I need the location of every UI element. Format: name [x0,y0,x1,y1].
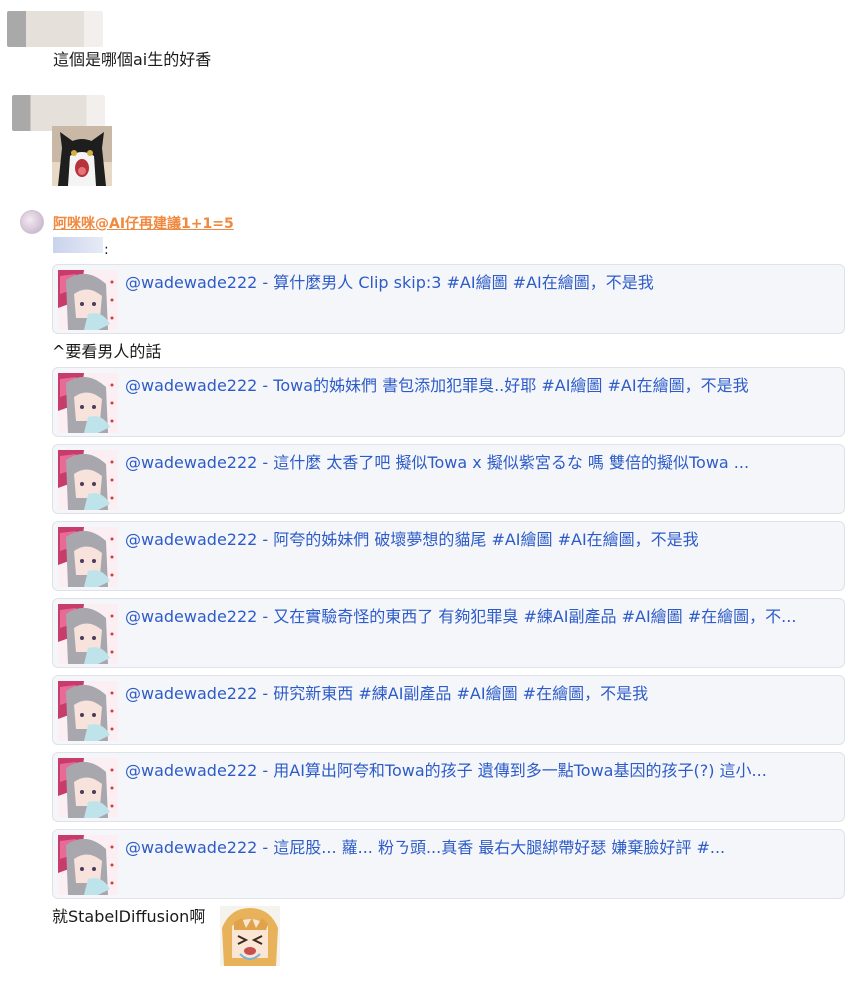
link-preview-card[interactable]: @wadewade222 - 又在實驗奇怪的東西了 有夠犯罪臭 #練AI副產品 … [52,598,845,668]
card-link-text[interactable]: @wadewade222 - 研究新東西 #練AI副產品 #AI繪圖 #在繪圖，… [125,684,836,704]
card-link-text[interactable]: @wadewade222 - 阿夸的姊妹們 破壞夢想的貓尾 #AI繪圖 #AI在… [125,530,836,550]
anime-girl-thumbnail-icon [58,373,118,433]
anime-girl-thumbnail-icon [58,681,118,741]
card-link-text[interactable]: @wadewade222 - Towa的姊妹們 書包添加犯罪臭..好耶 #AI繪… [125,376,836,396]
link-preview-card[interactable]: @wadewade222 - 算什麼男人 Clip skip:3 #AI繪圖 #… [52,264,845,334]
reply-middle-text: ^要看男人的話 [52,342,162,361]
link-preview-card[interactable]: @wadewade222 - 這什麼 太香了吧 擬似Towa x 擬似紫宮るな … [52,444,845,514]
redacted-mention [53,237,103,253]
card-link-text[interactable]: @wadewade222 - 這屁股... 蘿... 粉ㄋ頭...真香 最右大腿… [125,838,836,858]
mention-colon: : [104,242,109,258]
anime-girl-thumbnail-icon [58,835,118,895]
card-link-text[interactable]: @wadewade222 - 用AI算出阿夸和Towa的孩子 遺傳到多一點Tow… [125,761,836,781]
card-link-text[interactable]: @wadewade222 - 算什麼男人 Clip skip:3 #AI繪圖 #… [125,273,836,293]
card-link-text[interactable]: @wadewade222 - 又在實驗奇怪的東西了 有夠犯罪臭 #練AI副產品 … [125,607,836,627]
reply-username-link[interactable]: 阿咪咪@AI仔再建議1+1=5 [53,213,234,233]
link-preview-card[interactable]: @wadewade222 - 阿夸的姊妹們 破壞夢想的貓尾 #AI繪圖 #AI在… [52,521,845,591]
link-preview-card[interactable]: @wadewade222 - 用AI算出阿夸和Towa的孩子 遺傳到多一點Tow… [52,752,845,822]
link-preview-card[interactable]: @wadewade222 - Towa的姊妹們 書包添加犯罪臭..好耶 #AI繪… [52,367,845,437]
reply-footer-text: 就StabelDiffusion啊 [52,907,206,926]
card-link-text[interactable]: @wadewade222 - 這什麼 太香了吧 擬似Towa x 擬似紫宮るな … [125,453,836,473]
anime-girl-thumbnail-icon [58,758,118,818]
anime-girl-thumbnail-icon [58,270,118,330]
anime-girl-thumbnail-icon [58,527,118,587]
screaming-cat-sticker-icon [52,126,112,186]
redacted-username-1 [7,11,103,47]
link-preview-card[interactable]: @wadewade222 - 這屁股... 蘿... 粉ㄋ頭...真香 最右大腿… [52,829,845,899]
message-text-1: 這個是哪個ai生的好香 [53,50,212,69]
avatar[interactable] [20,210,44,234]
link-preview-card[interactable]: @wadewade222 - 研究新東西 #練AI副產品 #AI繪圖 #在繪圖，… [52,675,845,745]
anime-girl-thumbnail-icon [58,604,118,664]
anime-girl-crying-sticker-icon [220,906,280,966]
anime-girl-thumbnail-icon [58,450,118,510]
